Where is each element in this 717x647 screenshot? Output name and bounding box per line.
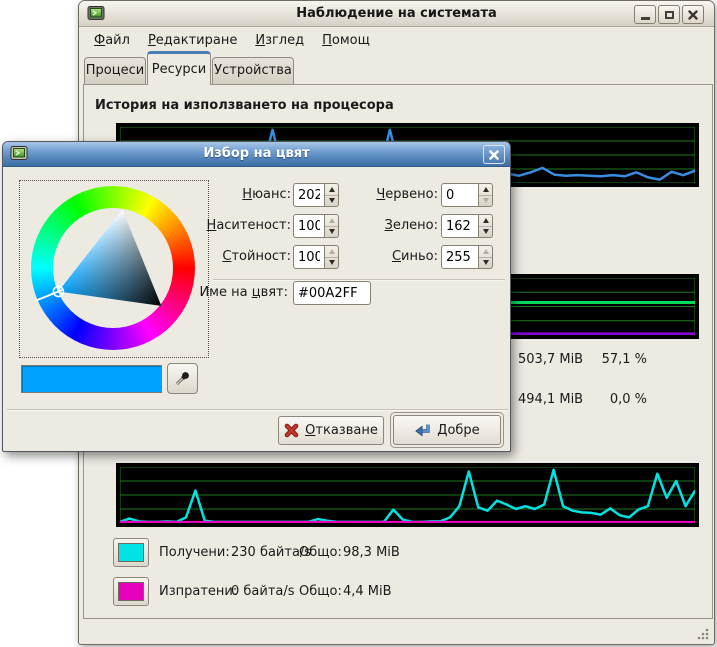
received-label: Получени: — [159, 545, 230, 560]
eyedropper-icon — [174, 370, 191, 387]
spin-down-icon[interactable] — [325, 226, 338, 238]
maximize-icon — [665, 11, 674, 19]
saturation-label: Наситеност: — [153, 214, 291, 238]
tab-processes[interactable]: Процеси — [84, 57, 146, 84]
sent-label: Изпратени: — [159, 584, 237, 599]
received-color-swatch — [118, 543, 144, 562]
value-input[interactable] — [293, 245, 325, 269]
menu-edit[interactable]: Редактиране — [140, 30, 245, 51]
eyedropper-button[interactable] — [167, 363, 198, 394]
ok-button-frame: Добре — [390, 412, 504, 448]
network-history-chart — [116, 463, 699, 527]
color-name-input[interactable] — [293, 281, 371, 305]
ok-button[interactable]: Добре — [393, 415, 501, 445]
ok-label: Добре — [437, 423, 479, 438]
desktop: { "colors": { "selected_color": "#00A2FF… — [0, 0, 717, 647]
saturation-value-triangle[interactable] — [20, 181, 208, 357]
sent-color-swatch — [118, 582, 144, 601]
dialog-titlebar[interactable]: Избор на цвят — [3, 142, 510, 167]
fields-separator — [213, 279, 505, 280]
spin-down-icon[interactable] — [479, 226, 492, 238]
green-spinner[interactable] — [479, 214, 493, 238]
value-label: Стойност: — [153, 245, 291, 269]
menubar: Файл Редактиране Изглед Помощ — [80, 28, 714, 53]
close-icon — [489, 150, 499, 160]
red-input[interactable] — [441, 183, 479, 207]
close-button[interactable] — [682, 5, 704, 24]
received-total-label: Общо: — [299, 545, 342, 560]
memory-percent-value: 57,1 % — [567, 352, 647, 367]
color-picker-dialog: Избор на цвят — [2, 141, 511, 452]
spin-down-icon[interactable] — [479, 195, 492, 207]
dialog-close-button[interactable] — [483, 145, 505, 164]
close-icon — [688, 10, 698, 20]
window-title: Наблюдение на системата — [79, 6, 714, 21]
spin-up-icon[interactable] — [325, 246, 338, 257]
tab-devices[interactable]: Устройства — [212, 57, 294, 84]
spin-up-icon[interactable] — [325, 184, 338, 195]
green-label: Зелено: — [348, 214, 438, 238]
saturation-spinner[interactable] — [325, 214, 339, 238]
network-sent-color-button[interactable] — [113, 577, 149, 606]
cancel-x-icon — [284, 423, 299, 438]
swap-percent-value: 0,0 % — [567, 392, 647, 407]
spin-up-icon[interactable] — [325, 215, 338, 226]
menu-help[interactable]: Помощ — [314, 30, 378, 51]
spin-down-icon[interactable] — [325, 257, 338, 269]
color-preview-swatch — [21, 365, 162, 393]
maximize-button[interactable] — [658, 5, 680, 24]
hue-input[interactable] — [293, 183, 325, 207]
menu-view[interactable]: Изглед — [247, 30, 312, 51]
minimize-button[interactable] — [634, 5, 656, 24]
dialog-title: Избор на цвят — [3, 146, 510, 161]
value-spinner[interactable] — [325, 245, 339, 269]
spin-down-icon[interactable] — [479, 257, 492, 269]
resize-grip[interactable] — [696, 627, 709, 640]
hue-spinner[interactable] — [325, 183, 339, 207]
menu-file[interactable]: Файл — [86, 30, 138, 51]
hue-marker[interactable] — [36, 290, 62, 301]
blue-spinner[interactable] — [479, 245, 493, 269]
actions-separator — [7, 409, 508, 410]
window-titlebar[interactable]: Наблюдение на системата — [79, 1, 714, 27]
received-total: 98,3 MiB — [343, 545, 400, 560]
spin-up-icon[interactable] — [479, 246, 492, 257]
cpu-section-title: История на използването на процесора — [95, 98, 394, 113]
saturation-input[interactable] — [293, 214, 325, 238]
red-label: Червено: — [348, 183, 438, 207]
hue-label: Нюанс: — [153, 183, 291, 207]
tab-resources[interactable]: Ресурси — [147, 51, 211, 85]
red-spinner[interactable] — [479, 183, 493, 207]
ok-enter-arrow-icon — [414, 422, 431, 438]
minimize-icon — [641, 17, 650, 20]
sent-total: 4,4 MiB — [343, 584, 392, 599]
spin-down-icon[interactable] — [325, 195, 338, 207]
sent-total-label: Общо: — [299, 584, 342, 599]
cancel-button[interactable]: Отказване — [278, 416, 384, 445]
spin-up-icon[interactable] — [479, 215, 492, 226]
spin-up-icon[interactable] — [479, 184, 492, 195]
blue-label: Синьо: — [348, 245, 438, 269]
blue-input[interactable] — [441, 245, 479, 269]
color-name-label: Име на цвят: — [161, 281, 288, 305]
green-input[interactable] — [441, 214, 479, 238]
cancel-label: Отказване — [305, 423, 378, 438]
sent-rate: 0 байта/s — [231, 584, 295, 599]
network-received-color-button[interactable] — [113, 538, 149, 567]
